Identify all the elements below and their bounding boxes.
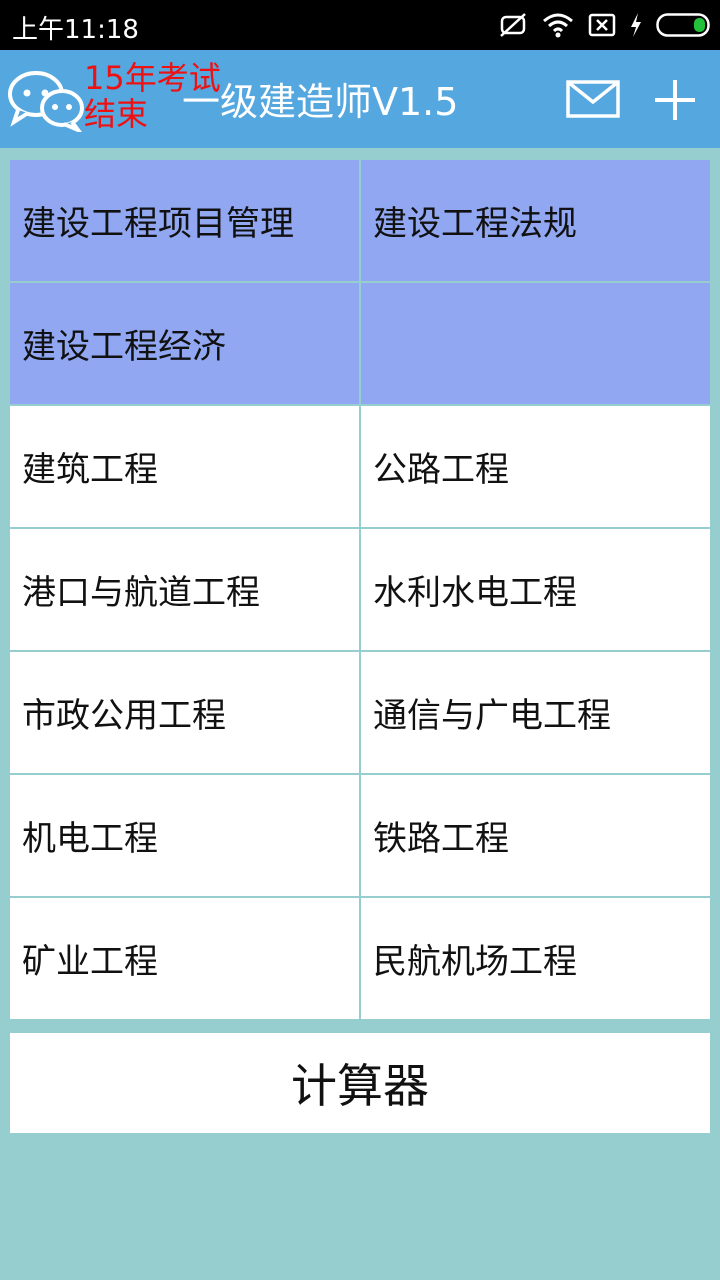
subject-item-empty	[361, 283, 710, 404]
subject-item-project-management[interactable]: 建设工程项目管理	[10, 160, 359, 281]
subject-grid: 建设工程项目管理 建设工程法规 建设工程经济 建筑工程 公路工程 港口与航道工程…	[10, 160, 710, 1019]
app-bar: 15年考试结束 一级建造师V1.5	[0, 50, 720, 148]
subject-item-water-conservancy[interactable]: 水利水电工程	[361, 529, 710, 650]
status-bar: 上午11:18	[0, 0, 720, 50]
subject-item-law[interactable]: 建设工程法规	[361, 160, 710, 281]
subject-item-economics[interactable]: 建设工程经济	[10, 283, 359, 404]
subject-item-building[interactable]: 建筑工程	[10, 406, 359, 527]
battery-icon	[656, 13, 710, 37]
calculator-button[interactable]: 计算器	[10, 1033, 710, 1133]
sim-off-icon	[588, 13, 616, 37]
subject-item-civil-airport[interactable]: 民航机场工程	[361, 898, 710, 1019]
wifi-icon	[543, 13, 573, 38]
plus-icon[interactable]	[655, 80, 695, 120]
subject-item-municipal[interactable]: 市政公用工程	[10, 652, 359, 773]
subject-item-railway[interactable]: 铁路工程	[361, 775, 710, 896]
subject-item-mining[interactable]: 矿业工程	[10, 898, 359, 1019]
charging-icon	[631, 13, 641, 37]
subject-item-highway[interactable]: 公路工程	[361, 406, 710, 527]
status-time: 上午11:18	[12, 15, 139, 45]
mail-icon[interactable]	[566, 80, 620, 118]
subject-item-mechanical-electrical[interactable]: 机电工程	[10, 775, 359, 896]
mute-icon	[500, 13, 526, 37]
app-title: 一级建造师V1.5	[182, 80, 459, 124]
subject-item-telecom[interactable]: 通信与广电工程	[361, 652, 710, 773]
subject-item-port-waterway[interactable]: 港口与航道工程	[10, 529, 359, 650]
chat-icon[interactable]	[6, 68, 86, 132]
status-icons	[498, 10, 710, 40]
